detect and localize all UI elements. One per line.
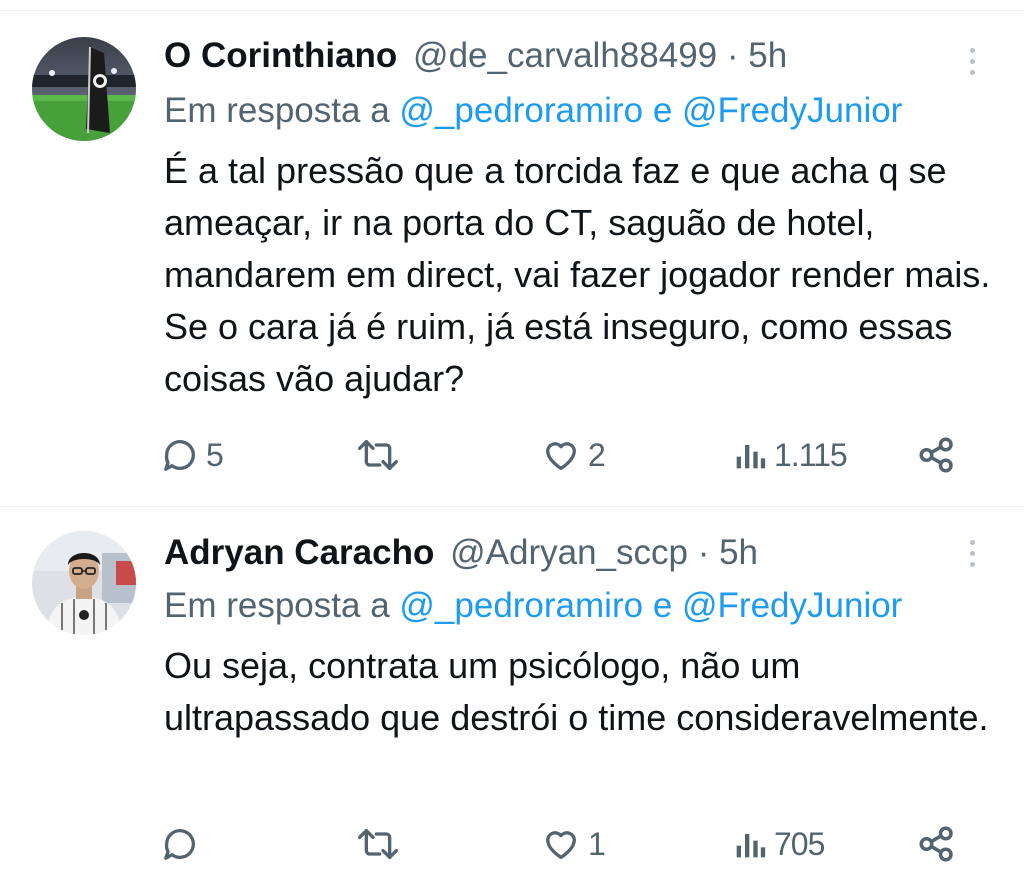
- reply-icon: [164, 829, 195, 860]
- retweet-button[interactable]: [356, 431, 406, 479]
- mention-link[interactable]: @FredyJunior: [682, 91, 902, 130]
- like-icon: [546, 831, 576, 859]
- like-button[interactable]: 1: [540, 820, 606, 868]
- view-count: 705: [774, 825, 825, 862]
- tweet-text: É a tal pressão que a torcida faz e que …: [164, 150, 991, 399]
- author-name[interactable]: Adryan Caracho: [164, 533, 434, 572]
- action-bar: 5 2 1.115: [160, 431, 980, 479]
- more-icon[interactable]: [960, 533, 984, 573]
- views-icon: [736, 445, 766, 469]
- timestamp[interactable]: 5h: [719, 533, 758, 572]
- avatar[interactable]: [32, 531, 136, 635]
- timestamp[interactable]: 5h: [748, 36, 787, 75]
- like-icon: [546, 442, 576, 470]
- mention-conjunction[interactable]: e: [653, 586, 672, 625]
- separator: ·: [726, 36, 739, 75]
- reply-prefix: Em resposta a: [164, 586, 390, 625]
- views-icon: [736, 834, 766, 858]
- like-count: 1: [588, 825, 606, 862]
- reply-prefix: Em resposta a: [164, 91, 390, 130]
- views-button[interactable]: 1.115: [732, 431, 848, 479]
- retweet-icon: [357, 440, 398, 470]
- tweet[interactable]: Adryan Caracho @Adryan_sccp · 5h Em resp…: [0, 507, 1024, 893]
- tweet-text: Ou seja, contrata um psicólogo, não um u…: [164, 645, 989, 738]
- tweet-header: O Corinthiano @de_carvalh88499 · 5h: [164, 36, 787, 76]
- share-icon: [919, 437, 953, 473]
- author-handle[interactable]: @Adryan_sccp: [450, 533, 688, 572]
- separator: ·: [697, 533, 710, 572]
- tweet[interactable]: O Corinthiano @de_carvalh88499 · 5h Em r…: [0, 12, 1024, 506]
- tweet-header: Adryan Caracho @Adryan_sccp · 5h: [164, 533, 758, 573]
- reply-icon: [164, 440, 195, 471]
- like-count: 2: [588, 436, 606, 473]
- reply-button[interactable]: 5: [160, 431, 224, 479]
- mention-conjunction[interactable]: e: [653, 91, 672, 130]
- reply-count: 5: [206, 436, 224, 473]
- view-count: 1.115: [774, 436, 848, 473]
- action-bar: 1 705: [160, 820, 980, 868]
- author-name[interactable]: O Corinthiano: [164, 36, 397, 75]
- mention-link[interactable]: @_pedroramiro: [399, 91, 643, 130]
- views-button[interactable]: 705: [732, 820, 825, 868]
- like-button[interactable]: 2: [540, 431, 606, 479]
- reply-button[interactable]: [160, 820, 206, 868]
- author-handle[interactable]: @de_carvalh88499: [413, 36, 717, 75]
- top-divider: [0, 10, 1024, 11]
- reply-context: Em resposta a @_pedroramiro e @FredyJuni…: [164, 586, 902, 626]
- mention-link[interactable]: @_pedroramiro: [399, 586, 643, 625]
- share-button[interactable]: [916, 431, 958, 479]
- share-icon: [919, 826, 953, 862]
- mention-link[interactable]: @FredyJunior: [682, 586, 902, 625]
- more-icon[interactable]: [960, 41, 984, 81]
- share-button[interactable]: [916, 820, 958, 868]
- reply-context: Em resposta a @_pedroramiro e @FredyJuni…: [164, 91, 902, 131]
- avatar[interactable]: [32, 37, 136, 141]
- retweet-icon: [357, 829, 398, 859]
- retweet-button[interactable]: [356, 820, 406, 868]
